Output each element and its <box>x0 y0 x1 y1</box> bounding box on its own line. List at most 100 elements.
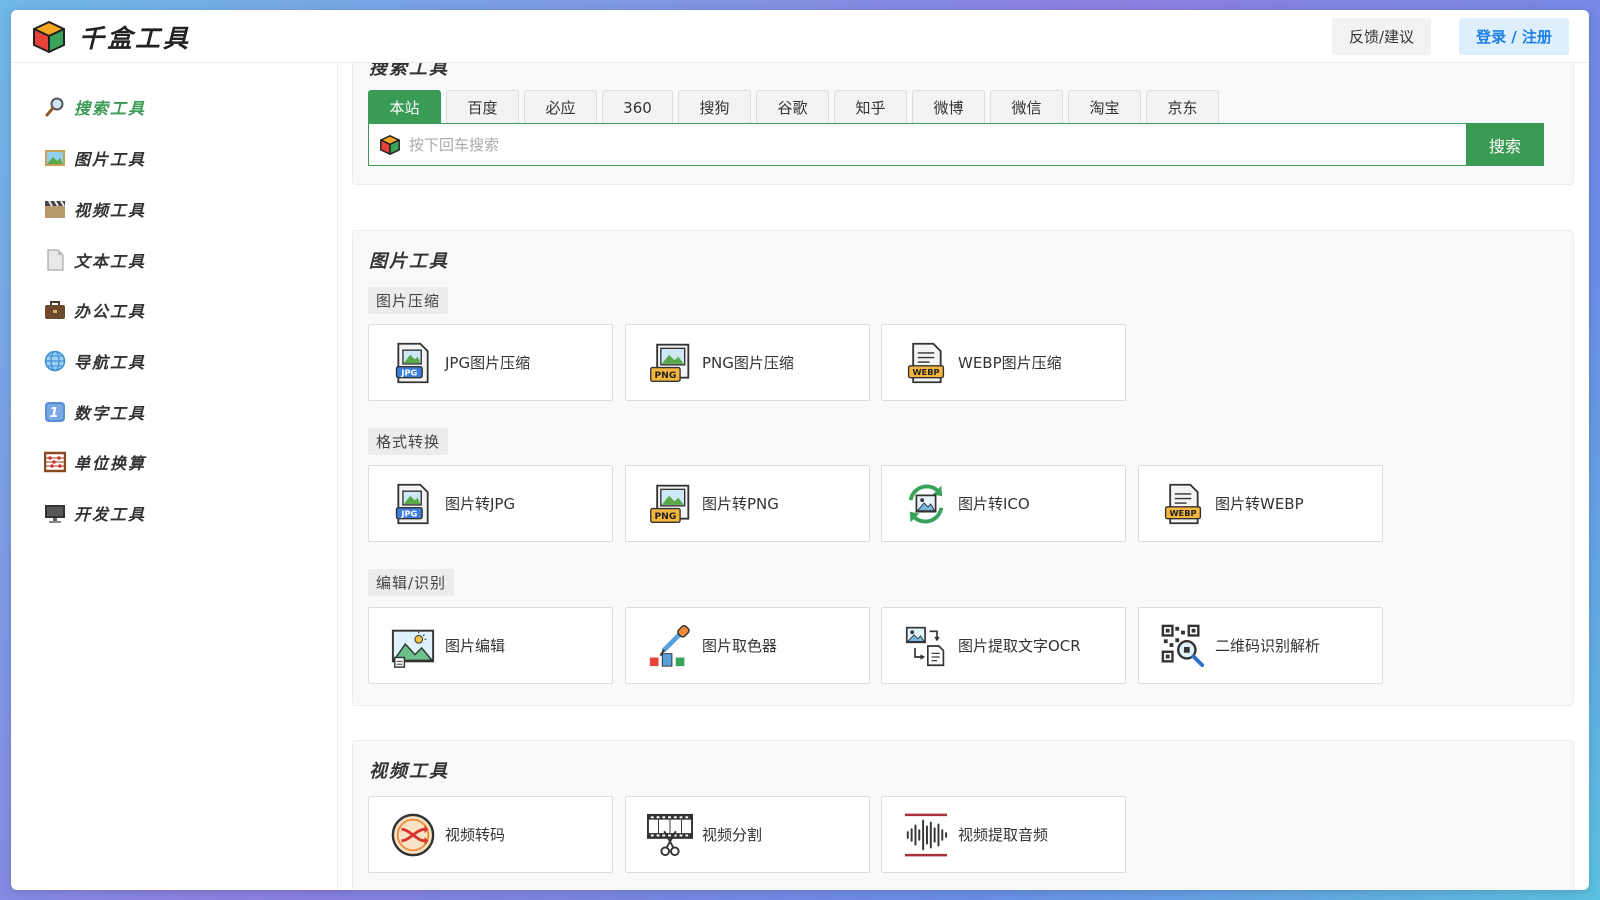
sidebar-item-unit-conversion[interactable]: 单位换算 <box>44 450 146 474</box>
svg-text:PNG: PNG <box>654 511 676 522</box>
sidebar-item-text-tools[interactable]: 文本工具 <box>44 248 146 272</box>
search-bar: 搜索 <box>368 123 1544 166</box>
film-cut-icon <box>646 811 694 859</box>
jpg-file-icon: JPG <box>389 480 437 528</box>
sidebar-item-label: 视频工具 <box>74 201 147 220</box>
tool-to-ico[interactable]: 图片转ICO <box>881 465 1126 542</box>
tool-label: 图片转JPG <box>445 495 516 513</box>
tool-webp-compress[interactable]: WEBP WEBP图片压缩 <box>881 324 1126 401</box>
search-tools-card: 搜索工具 本站 百度 必应 360 搜狗 谷歌 知乎 微博 微信 淘宝 京东 搜… <box>352 63 1574 185</box>
clapper-icon <box>44 198 66 220</box>
engine-tab-google[interactable]: 谷歌 <box>756 90 829 124</box>
main-content: 搜索工具 本站 百度 必应 360 搜狗 谷歌 知乎 微博 微信 淘宝 京东 搜… <box>338 63 1589 890</box>
sidebar-item-label: 导航工具 <box>74 353 147 372</box>
cube-logo-icon <box>33 21 65 53</box>
transcode-icon <box>389 811 437 859</box>
section-title: 视频工具 <box>369 761 449 782</box>
tool-jpg-compress[interactable]: JPG JPG图片压缩 <box>368 324 613 401</box>
tool-video-extract-audio[interactable]: 视频提取音频 <box>881 796 1126 873</box>
engine-tab-site[interactable]: 本站 <box>368 90 441 124</box>
sidebar-item-search-tools[interactable]: 搜索工具 <box>44 95 146 119</box>
tool-image-edit[interactable]: 图片编辑 <box>368 607 613 684</box>
sidebar-item-video-tools[interactable]: 视频工具 <box>44 197 146 221</box>
feedback-button[interactable]: 反馈/建议 <box>1331 18 1431 55</box>
briefcase-icon <box>44 299 66 321</box>
search-input[interactable] <box>401 124 1466 165</box>
tool-to-png[interactable]: PNG 图片转PNG <box>625 465 870 542</box>
tool-label: 图片转WEBP <box>1215 495 1304 513</box>
section-title: 图片工具 <box>369 251 449 272</box>
jpg-file-icon: JPG <box>389 339 437 387</box>
engine-tab-sogou[interactable]: 搜狗 <box>678 90 751 124</box>
subcategory-label: 图片压缩 <box>368 287 449 314</box>
ocr-icon <box>902 622 950 670</box>
tool-qr-decode[interactable]: 二维码识别解析 <box>1138 607 1383 684</box>
app-title: 千盒工具 <box>79 24 192 53</box>
png-file-icon: PNG <box>646 480 694 528</box>
sidebar-item-label: 搜索工具 <box>74 99 147 118</box>
tool-ocr[interactable]: 图片提取文字OCR <box>881 607 1126 684</box>
svg-text:1: 1 <box>49 406 60 421</box>
sidebar-item-image-tools[interactable]: 图片工具 <box>44 146 146 170</box>
cube-logo-icon <box>380 134 400 155</box>
image-edit-icon <box>389 622 437 670</box>
tool-label: 二维码识别解析 <box>1215 637 1321 655</box>
tool-label: WEBP图片压缩 <box>958 354 1062 372</box>
sidebar-item-label: 数字工具 <box>74 404 147 423</box>
engine-tab-zhihu[interactable]: 知乎 <box>834 90 907 124</box>
sidebar: 搜索工具 图片工具 视频工具 文本工具 办公工具 导航工具 1 数字工具 单位换… <box>11 63 338 890</box>
sidebar-item-number-tools[interactable]: 1 数字工具 <box>44 400 146 424</box>
subcategory-label: 编辑/识别 <box>368 569 455 596</box>
sidebar-item-label: 文本工具 <box>74 252 147 271</box>
engine-tab-jd[interactable]: 京东 <box>1146 90 1219 124</box>
svg-text:PNG: PNG <box>654 370 676 381</box>
ico-convert-icon <box>902 480 950 528</box>
abacus-icon <box>44 451 66 473</box>
tool-to-jpg[interactable]: JPG 图片转JPG <box>368 465 613 542</box>
sidebar-item-office-tools[interactable]: 办公工具 <box>44 298 146 322</box>
sidebar-item-dev-tools[interactable]: 开发工具 <box>44 501 146 525</box>
svg-text:JPG: JPG <box>400 367 417 377</box>
tool-label: 视频转码 <box>445 826 506 844</box>
sidebar-item-label: 图片工具 <box>74 150 147 169</box>
tool-color-picker[interactable]: 图片取色器 <box>625 607 870 684</box>
engine-tab-wechat[interactable]: 微信 <box>990 90 1063 124</box>
document-icon <box>44 249 66 271</box>
tool-label: 图片编辑 <box>445 637 506 655</box>
svg-text:WEBP: WEBP <box>912 366 939 376</box>
color-picker-icon <box>646 622 694 670</box>
qr-scan-icon <box>1159 622 1207 670</box>
sidebar-item-nav-tools[interactable]: 导航工具 <box>44 349 146 373</box>
tool-label: 图片转ICO <box>958 495 1030 513</box>
tool-label: PNG图片压缩 <box>702 354 794 372</box>
logo[interactable]: 千盒工具 <box>31 19 191 55</box>
tool-label: 视频提取音频 <box>958 826 1049 844</box>
webp-file-icon: WEBP <box>902 339 950 387</box>
monitor-icon <box>44 502 66 524</box>
svg-text:WEBP: WEBP <box>1169 507 1196 517</box>
engine-tab-360[interactable]: 360 <box>602 90 673 124</box>
engine-tab-bing[interactable]: 必应 <box>524 90 597 124</box>
engine-tab-baidu[interactable]: 百度 <box>446 90 519 124</box>
sidebar-item-label: 开发工具 <box>74 505 147 524</box>
audio-wave-icon <box>902 811 950 859</box>
search-button[interactable]: 搜索 <box>1466 123 1544 166</box>
section-title: 搜索工具 <box>369 63 449 79</box>
engine-tab-taobao[interactable]: 淘宝 <box>1068 90 1141 124</box>
login-register-button[interactable]: 登录 / 注册 <box>1459 18 1569 55</box>
tool-png-compress[interactable]: PNG PNG图片压缩 <box>625 324 870 401</box>
tool-label: 图片取色器 <box>702 637 778 655</box>
picture-icon <box>44 147 66 169</box>
webp-file-icon: WEBP <box>1159 480 1207 528</box>
app-window: 千盒工具 反馈/建议 登录 / 注册 搜索工具 图片工具 视频工具 文本工具 办… <box>11 10 1589 890</box>
svg-text:JPG: JPG <box>400 508 417 518</box>
tool-label: 视频分割 <box>702 826 763 844</box>
engine-tab-weibo[interactable]: 微博 <box>912 90 985 124</box>
top-header: 千盒工具 反馈/建议 登录 / 注册 <box>11 10 1589 63</box>
image-tools-card: 图片工具 图片压缩 JPG JPG图片压缩 PNG PNG图片压缩 WEBP W… <box>352 230 1574 706</box>
tool-label: JPG图片压缩 <box>445 354 531 372</box>
tool-to-webp[interactable]: WEBP 图片转WEBP <box>1138 465 1383 542</box>
tool-video-transcode[interactable]: 视频转码 <box>368 796 613 873</box>
tool-video-split[interactable]: 视频分割 <box>625 796 870 873</box>
video-tools-card: 视频工具 视频转码 视频分割 视频提取音频 <box>352 740 1574 890</box>
